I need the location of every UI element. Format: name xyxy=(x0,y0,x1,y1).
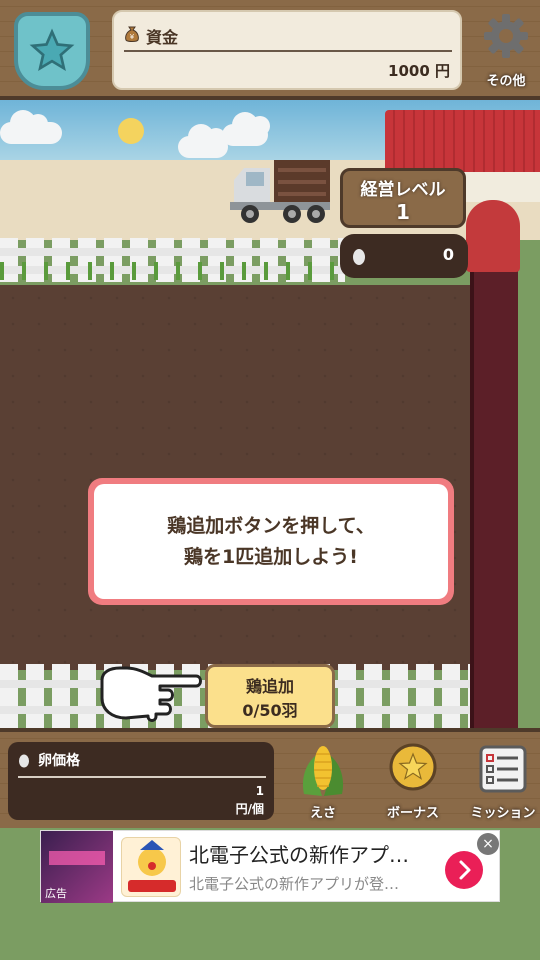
barn-roof xyxy=(385,110,540,172)
ad-subtitle: 北電子公式の新作アプリが登… xyxy=(189,875,400,893)
mission-button[interactable]: ミッション xyxy=(468,738,538,824)
ad-banner[interactable]: 広告 北電子公式の新作アプ… 北電子公式の新作アプリが登… × xyxy=(40,830,500,903)
egg-icon xyxy=(19,754,29,768)
fence-rail xyxy=(0,248,345,256)
corn-icon xyxy=(302,746,344,796)
svg-text:¥: ¥ xyxy=(130,33,135,41)
checklist-icon xyxy=(479,745,527,793)
ad-thumbnail-art xyxy=(49,851,105,865)
star-coin-icon xyxy=(389,743,437,791)
chevron-right-icon xyxy=(459,860,471,880)
bonus-button[interactable]: ボーナス xyxy=(378,738,448,824)
pillar-roof xyxy=(466,200,520,272)
cloud xyxy=(222,112,270,146)
ad-title: 北電子公式の新作アプ… xyxy=(189,843,409,867)
money-value: 1000 円 xyxy=(388,62,450,80)
ad-thumbnail: 広告 xyxy=(41,831,113,903)
egg-icon xyxy=(353,249,365,265)
egg-counter: 0 xyxy=(340,234,468,278)
ad-logo xyxy=(121,837,181,897)
bottom-bar: 卵価格 1 円/個 えさ ボーナス ミッション xyxy=(0,728,540,828)
sun xyxy=(118,118,144,144)
money-label: 資金 xyxy=(146,28,179,47)
cloud xyxy=(0,110,62,144)
star-shield-icon xyxy=(29,28,75,72)
ad-open-button[interactable] xyxy=(445,851,483,889)
add-chicken-button[interactable]: 鶏追加 0/50羽 xyxy=(205,664,335,728)
grass xyxy=(0,262,345,280)
money-panel: ¥ 資金 1000 円 xyxy=(112,10,462,90)
cloud xyxy=(178,124,228,158)
mission-label: ミッション xyxy=(470,806,536,821)
settings-button[interactable]: その他 xyxy=(478,8,534,92)
barn-pillar xyxy=(470,260,518,735)
rank-badge[interactable] xyxy=(14,12,90,90)
bonus-label: ボーナス xyxy=(386,806,439,821)
level-title: 経営レベル xyxy=(360,180,446,200)
dialog-line: 鶏追加ボタンを押して、 xyxy=(167,515,375,538)
truck xyxy=(230,160,330,223)
add-chicken-label: 鶏追加 xyxy=(245,677,294,696)
egg-price-panel: 卵価格 1 円/個 xyxy=(8,742,274,820)
chicken-count: 0/50羽 xyxy=(242,701,298,720)
egg-price-label: 卵価格 xyxy=(38,753,80,769)
clown-logo-icon xyxy=(128,840,176,892)
dialog-line: 鶏を1匹追加しよう! xyxy=(184,545,358,568)
divider xyxy=(124,50,452,52)
money-bag-icon: ¥ xyxy=(125,26,139,42)
feed-label: えさ xyxy=(309,806,336,821)
level-value: 1 xyxy=(396,200,410,224)
divider xyxy=(18,776,266,778)
egg-count: 0 xyxy=(442,245,454,264)
gear-icon xyxy=(484,14,528,58)
pointing-hand-icon xyxy=(100,666,202,722)
tutorial-dialog: 鶏追加ボタンを押して、 鶏を1匹追加しよう! xyxy=(88,478,454,605)
egg-price-value: 1 円/個 xyxy=(236,782,264,818)
feed-button[interactable]: えさ xyxy=(288,738,358,824)
business-level: 経営レベル 1 xyxy=(340,168,466,228)
egg-price-number: 1 xyxy=(255,784,264,798)
close-icon[interactable]: × xyxy=(477,833,499,855)
ad-label: 広告 xyxy=(45,887,67,900)
egg-price-unit: 円/個 xyxy=(235,802,264,816)
settings-label: その他 xyxy=(486,74,526,89)
top-bar: ¥ 資金 1000 円 その他 xyxy=(0,0,540,100)
